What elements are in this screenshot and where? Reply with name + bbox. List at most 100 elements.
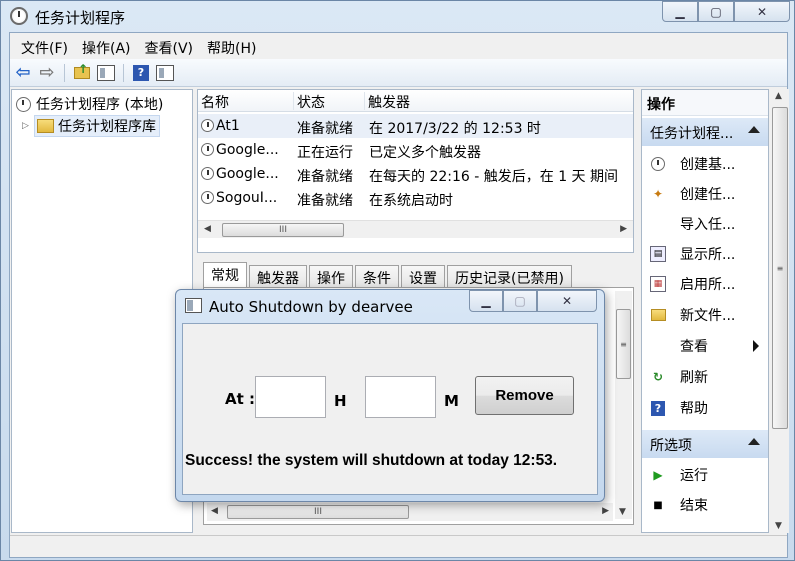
back-arrow-icon[interactable]: ⇦ [13, 62, 33, 83]
navigation-tree: 任务计划程序 (本地) ▷ 任务计划程序库 [11, 89, 193, 533]
auto-shutdown-dialog: Auto Shutdown by dearvee ▁ ▢ ✕ At : H M … [175, 289, 605, 502]
action-help[interactable]: ? 帮助 [642, 394, 768, 422]
scroll-right-icon[interactable]: ▶ [620, 224, 627, 234]
scroll-thumb[interactable]: ≡ [772, 107, 788, 429]
remove-button[interactable]: Remove [475, 376, 574, 415]
action-enable-history[interactable]: ▦ 启用所... [642, 270, 768, 298]
task-clock-icon [201, 167, 214, 180]
refresh-icon: ↻ [652, 370, 664, 384]
dialog-title: Auto Shutdown by dearvee [209, 298, 413, 316]
scroll-thumb[interactable]: III [222, 223, 344, 237]
minute-input[interactable] [365, 376, 436, 418]
vertical-scrollbar[interactable]: ≡ ▼ [615, 291, 632, 519]
column-header-trigger[interactable]: 触发器 [365, 92, 633, 111]
scroll-down-icon[interactable]: ▼ [619, 507, 626, 517]
task-list: 名称 状态 触发器 At1 准备就绪 在 2017/3/22 的 12:53 时… [197, 89, 634, 253]
table-row[interactable]: Google... 准备就绪 在每天的 22:16 - 触发后，在 1 天 期间 [198, 162, 633, 186]
menu-action[interactable]: 操作(A) [75, 33, 138, 59]
task-name: SogouI... [216, 190, 278, 206]
column-header-status[interactable]: 状态 [294, 92, 365, 111]
table-row[interactable]: At1 准备就绪 在 2017/3/22 的 12:53 时 [198, 114, 633, 138]
action-group-label: 所选项 [650, 438, 692, 454]
scroll-left-icon[interactable]: ◀ [204, 224, 211, 234]
hour-input[interactable] [255, 376, 326, 418]
app-window-icon [185, 298, 202, 313]
horizontal-scrollbar[interactable]: ◀ III ▶ [198, 220, 633, 238]
tree-item-label: 任务计划程序 (本地) [36, 97, 164, 113]
show-hide-tree-button[interactable] [96, 63, 116, 83]
tree-item-root[interactable]: 任务计划程序 (本地) [16, 94, 163, 114]
help-button[interactable]: ? [131, 63, 151, 83]
action-label: 运行 [680, 468, 708, 484]
enable-history-icon: ▦ [650, 276, 666, 292]
status-bar [10, 535, 787, 557]
column-header-name[interactable]: 名称 [198, 92, 294, 111]
create-basic-task-icon [650, 156, 666, 172]
close-button[interactable]: ✕ [734, 1, 790, 22]
collapse-caret-icon[interactable] [748, 126, 760, 133]
show-hide-action-pane-button[interactable] [155, 63, 175, 83]
task-status: 正在运行 [297, 145, 353, 161]
dialog-close-button[interactable]: ✕ [537, 290, 597, 312]
tab-conditions[interactable]: 条件 [355, 265, 399, 288]
maximize-button[interactable]: ▢ [698, 1, 734, 22]
tab-settings[interactable]: 设置 [401, 265, 445, 288]
display-running-tasks-icon: ▤ [650, 246, 666, 262]
action-create-basic-task[interactable]: 创建基... [642, 150, 768, 178]
action-pane-title: 操作 [642, 90, 768, 116]
menu-view[interactable]: 查看(V) [138, 33, 201, 59]
action-group-label: 任务计划程... [650, 126, 734, 142]
caption-buttons: ▁ ▢ ✕ [662, 1, 790, 22]
window-title: 任务计划程序 [35, 9, 126, 27]
action-label: 创建任... [680, 187, 736, 203]
action-end[interactable]: ■ 结束 [642, 491, 768, 519]
action-label: 启用所... [680, 277, 736, 293]
menu-file[interactable]: 文件(F) [14, 33, 75, 59]
tree-item-label: 任务计划程序库 [58, 119, 156, 135]
horizontal-scrollbar[interactable]: ◀ III ▶ [207, 503, 613, 521]
up-folder-button[interactable] [72, 62, 92, 83]
tab-actions[interactable]: 操作 [309, 265, 353, 288]
action-label: 帮助 [680, 401, 708, 417]
create-task-icon: ✦ [652, 187, 664, 201]
collapse-caret-icon[interactable] [748, 438, 760, 445]
action-group-scheduler[interactable]: 任务计划程... [642, 118, 768, 146]
menu-help[interactable]: 帮助(H) [200, 33, 263, 59]
scroll-up-icon[interactable]: ▲ [775, 91, 782, 101]
vertical-scrollbar[interactable]: ▲ ≡ ▼ [771, 89, 789, 533]
forward-arrow-icon[interactable]: ⇨ [37, 62, 57, 83]
action-new-folder[interactable]: 新文件... [642, 301, 768, 329]
table-row[interactable]: Google... 正在运行 已定义多个触发器 [198, 138, 633, 162]
task-trigger: 在系统启动时 [369, 193, 453, 209]
action-label: 新文件... [680, 308, 736, 324]
console-tree-icon [97, 64, 115, 81]
scroll-thumb[interactable]: ≡ [616, 309, 631, 379]
action-run[interactable]: ▶ 运行 [642, 461, 768, 489]
tab-triggers[interactable]: 触发器 [249, 265, 307, 288]
help-icon: ? [133, 64, 149, 81]
action-refresh[interactable]: ↻ 刷新 [642, 363, 768, 391]
scroll-left-icon[interactable]: ◀ [211, 506, 218, 516]
title-bar[interactable]: 任务计划程序 ▁ ▢ ✕ [1, 1, 794, 31]
tab-general[interactable]: 常规 [203, 262, 247, 288]
scroll-right-icon[interactable]: ▶ [602, 506, 609, 516]
task-clock-icon [201, 119, 214, 132]
action-group-selected[interactable]: 所选项 [642, 430, 768, 458]
scroll-down-icon[interactable]: ▼ [775, 521, 782, 531]
scroll-thumb[interactable]: III [227, 505, 409, 519]
dialog-maximize-button[interactable]: ▢ [503, 290, 537, 312]
tab-history[interactable]: 历史记录(已禁用) [447, 265, 572, 288]
tree-item-library[interactable]: ▷ 任务计划程序库 [16, 115, 160, 137]
task-trigger: 已定义多个触发器 [369, 145, 481, 161]
menu-bar: 文件(F) 操作(A) 查看(V) 帮助(H) [10, 33, 787, 59]
minimize-button[interactable]: ▁ [662, 1, 698, 22]
expand-arrow-icon[interactable]: ▷ [22, 121, 34, 131]
action-create-task[interactable]: ✦ 创建任... [642, 180, 768, 208]
table-row[interactable]: SogouI... 准备就绪 在系统启动时 [198, 186, 633, 210]
action-display-running-tasks[interactable]: ▤ 显示所... [642, 240, 768, 268]
dialog-minimize-button[interactable]: ▁ [469, 290, 503, 312]
action-import-task[interactable]: 导入任... [642, 210, 768, 238]
help-icon: ? [650, 400, 666, 416]
action-view[interactable]: 查看 [642, 332, 768, 360]
task-name: Google... [216, 142, 279, 158]
